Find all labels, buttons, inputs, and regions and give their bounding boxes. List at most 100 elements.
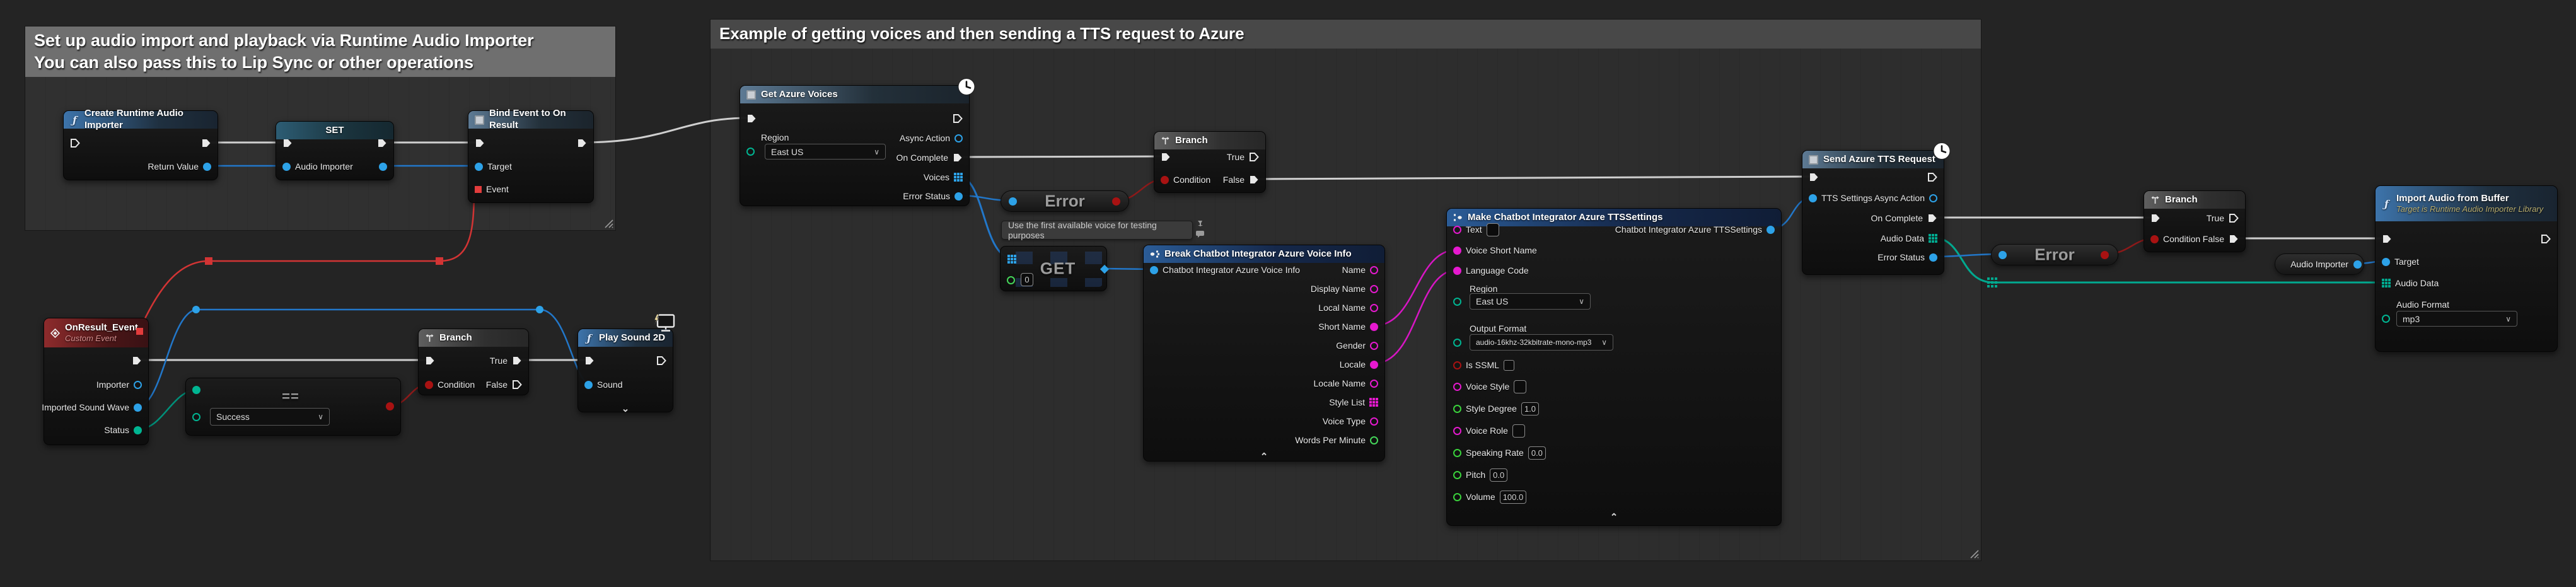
words-per-minute-pin[interactable]: [1370, 436, 1378, 445]
checkbox[interactable]: [1504, 360, 1514, 371]
region-pin[interactable]: [1453, 298, 1461, 306]
collapse-pins-icon[interactable]: ⌃: [1260, 452, 1268, 462]
style-degree-pin[interactable]: [1453, 405, 1461, 413]
value-box[interactable]: [1514, 380, 1526, 393]
sound-pin[interactable]: [584, 381, 593, 389]
voice-info-in-pin[interactable]: [1150, 266, 1158, 274]
false-out-pin[interactable]: [2229, 234, 2239, 244]
locale-name-pin[interactable]: [1370, 380, 1378, 388]
error-status-pin[interactable]: [1929, 253, 1937, 262]
exec-in-pin[interactable]: [584, 356, 595, 366]
output-format-pin[interactable]: [1453, 339, 1461, 347]
async-action-pin[interactable]: [954, 134, 963, 142]
audio-data-pin[interactable]: [1929, 234, 1937, 243]
delegate-out-pin[interactable]: [136, 328, 143, 335]
text-pin[interactable]: [1453, 226, 1461, 234]
voice-type-pin[interactable]: [1370, 417, 1378, 426]
node-header[interactable]: Get Azure Voices: [740, 86, 969, 103]
audio-importer-out-pin[interactable]: [379, 163, 387, 171]
out-pin[interactable]: [1112, 197, 1120, 206]
element-out-pin[interactable]: [1100, 265, 1109, 274]
importer-pin[interactable]: [134, 381, 142, 389]
true-out-pin[interactable]: [2229, 213, 2239, 223]
region-dropdown[interactable]: East US∨: [765, 144, 886, 160]
value-box[interactable]: 0.0: [1528, 446, 1546, 460]
status-pin[interactable]: [134, 426, 142, 434]
comment-audio-import-header[interactable]: Set up audio import and playback via Run…: [25, 26, 615, 77]
node-create-runtime-audio-importer[interactable]: ƒCreate Runtime Audio ImporterReturn Val…: [63, 110, 218, 180]
node-header[interactable]: Send Azure TTS Request: [1802, 151, 1944, 168]
short-name-pin[interactable]: [1370, 323, 1378, 331]
node-import-audio-from-buffer[interactable]: ƒImport Audio from BufferTarget is Runti…: [2375, 185, 2558, 352]
collapse-pins-icon[interactable]: ⌃: [1610, 513, 1618, 522]
expand-pins-icon[interactable]: ⌄: [622, 404, 630, 414]
language-code-pin[interactable]: [1453, 267, 1461, 275]
reroute-square[interactable]: [436, 257, 443, 265]
bubble-icon[interactable]: [1195, 230, 1205, 238]
node-send-azure-tts-request[interactable]: Send Azure TTS RequestTTS SettingsAsync …: [1802, 150, 1944, 275]
in-pin[interactable]: [1999, 251, 2007, 259]
value-box[interactable]: 0.0: [1490, 468, 1507, 482]
is-ssml-pin[interactable]: [1453, 361, 1461, 369]
exec-out-pin[interactable]: [1927, 172, 1937, 182]
in-pin[interactable]: [1009, 197, 1017, 206]
exec-in-pin[interactable]: [70, 138, 80, 148]
volume-pin[interactable]: [1453, 493, 1461, 501]
reroute-square[interactable]: [205, 257, 212, 265]
exec-out-pin[interactable]: [377, 138, 387, 148]
node-header[interactable]: ƒCreate Runtime Audio Importer: [64, 111, 218, 129]
tts-settings-pin[interactable]: [1809, 194, 1817, 202]
node-play-sound-2d[interactable]: ƒPlay Sound 2DSound⌄: [577, 328, 673, 412]
exec-out-pin[interactable]: [656, 356, 666, 366]
node-array-get[interactable]: GET0: [1000, 246, 1107, 291]
true-out-pin[interactable]: [512, 356, 522, 366]
node-header[interactable]: ƒImport Audio from BufferTarget is Runti…: [2376, 186, 2557, 221]
on-complete-pin[interactable]: [953, 153, 963, 163]
node-break-azure-voice-info[interactable]: Break Chatbot Integrator Azure Voice Inf…: [1143, 245, 1385, 462]
output-format-dropdown[interactable]: audio-16khz-32kbitrate-mono-mp3∨: [1470, 334, 1613, 351]
node-error-macro-1[interactable]: Error: [1001, 190, 1129, 212]
exec-in-pin[interactable]: [2382, 234, 2392, 244]
node-header[interactable]: OnResult_EventCustom Event: [44, 318, 148, 347]
value-box[interactable]: [1487, 223, 1499, 236]
reroute-dot[interactable]: [192, 306, 200, 313]
node-header[interactable]: Branch: [2144, 191, 2245, 209]
comment-tts-header[interactable]: Example of getting voices and then sendi…: [711, 20, 1981, 49]
async-action-pin[interactable]: [1929, 194, 1937, 202]
exec-out-pin[interactable]: [953, 113, 963, 124]
exec-in-pin[interactable]: [1809, 172, 1819, 182]
voice-style-pin[interactable]: [1453, 383, 1461, 391]
audio-format-dropdown[interactable]: mp3∨: [2396, 311, 2517, 327]
node-set-audio-importer[interactable]: SETAudio Importer: [276, 121, 394, 180]
reroute-dot[interactable]: [536, 306, 543, 313]
index-pin[interactable]: [1007, 276, 1015, 284]
true-out-pin[interactable]: [1249, 152, 1259, 162]
false-out-pin[interactable]: [512, 380, 522, 390]
exec-out-pin[interactable]: [132, 356, 142, 366]
display-name-pin[interactable]: [1370, 285, 1378, 293]
node-make-azure-ttssettings[interactable]: Make Chatbot Integrator Azure TTSSetting…: [1446, 208, 1782, 526]
array-in-pin[interactable]: [1007, 255, 1016, 264]
pin-icon[interactable]: [1195, 220, 1205, 229]
locale-pin[interactable]: [1370, 361, 1378, 369]
node-bind-event-to-on-result[interactable]: Bind Event to On ResultTargetEvent: [468, 110, 594, 203]
comment-resize-handle[interactable]: [603, 218, 613, 228]
exec-out-pin[interactable]: [2541, 234, 2551, 244]
index-value[interactable]: 0: [1021, 273, 1033, 286]
input-a-pin[interactable]: [192, 386, 200, 394]
target-pin[interactable]: [2382, 258, 2390, 266]
enum-value-dropdown[interactable]: Success∨: [210, 408, 330, 426]
node-branch-1[interactable]: BranchTrueConditionFalse: [418, 328, 529, 395]
exec-out-pin[interactable]: [577, 138, 587, 148]
condition-pin[interactable]: [2150, 235, 2159, 243]
voice-short-name-pin[interactable]: [1453, 247, 1461, 255]
out-pin[interactable]: [2101, 251, 2109, 259]
value-out-pin[interactable]: [2353, 260, 2362, 269]
false-out-pin[interactable]: [1249, 175, 1259, 185]
event-pin[interactable]: [475, 186, 482, 193]
audio-data-pin[interactable]: [2382, 279, 2391, 288]
imported-sound-wave-pin[interactable]: [134, 404, 142, 412]
value-box[interactable]: 100.0: [1500, 491, 1527, 504]
value-box[interactable]: 1.0: [1521, 402, 1539, 416]
target-pin[interactable]: [475, 163, 483, 171]
